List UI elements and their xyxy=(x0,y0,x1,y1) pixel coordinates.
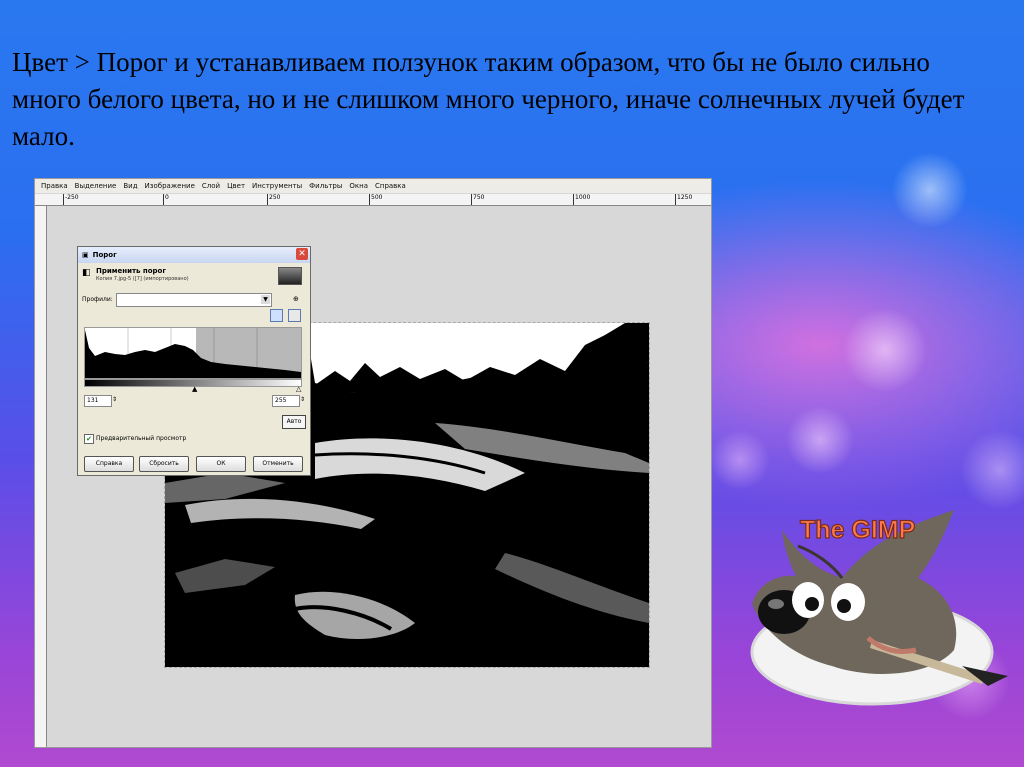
low-threshold-input[interactable]: 131 xyxy=(84,395,112,407)
dialog-subtitle: Применить порог xyxy=(96,267,167,275)
auto-button[interactable]: Авто xyxy=(282,415,306,429)
gimp-logo: The GIMP xyxy=(722,500,1012,720)
high-threshold-input[interactable]: 255 xyxy=(272,395,300,407)
image-thumbnail xyxy=(278,267,302,285)
dialog-app-icon: ▣ xyxy=(82,251,89,259)
slide-heading: Цвет > Порог и устанавливаем ползунок та… xyxy=(12,47,965,151)
menu-layer[interactable]: Слой xyxy=(202,179,220,193)
linear-histogram-icon[interactable] xyxy=(270,309,283,322)
horizontal-ruler[interactable]: -250 0 250 500 750 1000 1250 xyxy=(35,194,711,206)
vertical-ruler[interactable] xyxy=(35,206,47,747)
menu-view[interactable]: Вид xyxy=(123,179,137,193)
image-name: Копия 7.jpg-5 ([7] (импортировано) xyxy=(96,276,189,282)
gimp-window: Правка Выделение Вид Изображение Слой Цв… xyxy=(34,178,712,748)
profiles-select[interactable]: ▼ xyxy=(116,293,272,307)
menu-filters[interactable]: Фильтры xyxy=(309,179,342,193)
profiles-label: Профили: xyxy=(82,296,113,303)
dialog-titlebar[interactable]: ▣ Порог xyxy=(78,247,310,263)
menu-tools[interactable]: Инструменты xyxy=(252,179,302,193)
ruler-tick: 750 xyxy=(471,194,484,205)
spin-arrows-icon[interactable]: ⇕ xyxy=(112,395,117,405)
high-threshold-handle[interactable]: △ xyxy=(296,386,301,393)
log-histogram-icon[interactable] xyxy=(288,309,301,322)
preview-checkbox[interactable]: ✔ xyxy=(84,434,94,444)
ruler-tick: 250 xyxy=(267,194,280,205)
preview-label: Предварительный просмотр xyxy=(96,435,187,442)
dialog-title: Порог xyxy=(92,251,117,259)
chevron-down-icon[interactable]: ▼ xyxy=(261,295,270,304)
dialog-header: ◧ Применить порог Копия 7.jpg-5 ([7] (им… xyxy=(82,267,304,287)
threshold-dialog: ▣ Порог ✕ ◧ Применить порог Копия 7.jpg-… xyxy=(77,246,311,476)
ruler-tick: 1000 xyxy=(573,194,590,205)
ruler-tick: 1250 xyxy=(675,194,692,205)
menu-select[interactable]: Выделение xyxy=(75,179,117,193)
spin-arrows-icon[interactable]: ⇕ xyxy=(300,395,305,405)
ruler-tick: -250 xyxy=(63,194,79,205)
menu-bar: Правка Выделение Вид Изображение Слой Цв… xyxy=(35,179,711,193)
menu-help[interactable]: Справка xyxy=(375,179,406,193)
menu-edit[interactable]: Правка xyxy=(41,179,68,193)
threshold-icon: ◧ xyxy=(82,268,91,278)
ok-button[interactable]: ОК xyxy=(196,456,246,472)
histogram[interactable] xyxy=(84,327,302,379)
profiles-value xyxy=(117,304,119,311)
ruler-tick: 0 xyxy=(163,194,169,205)
close-icon[interactable]: ✕ xyxy=(296,248,308,260)
menu-colors[interactable]: Цвет xyxy=(227,179,245,193)
menu-image[interactable]: Изображение xyxy=(145,179,195,193)
low-threshold-handle[interactable]: ▲ xyxy=(192,386,197,393)
gimp-logo-text: The GIMP xyxy=(800,516,915,544)
reset-button[interactable]: Сбросить xyxy=(139,456,189,472)
menu-windows[interactable]: Окна xyxy=(349,179,368,193)
cancel-button[interactable]: Отменить xyxy=(253,456,303,472)
add-icon[interactable]: ⊕ xyxy=(293,295,299,303)
help-button[interactable]: Справка xyxy=(84,456,134,472)
ruler-tick: 500 xyxy=(369,194,382,205)
